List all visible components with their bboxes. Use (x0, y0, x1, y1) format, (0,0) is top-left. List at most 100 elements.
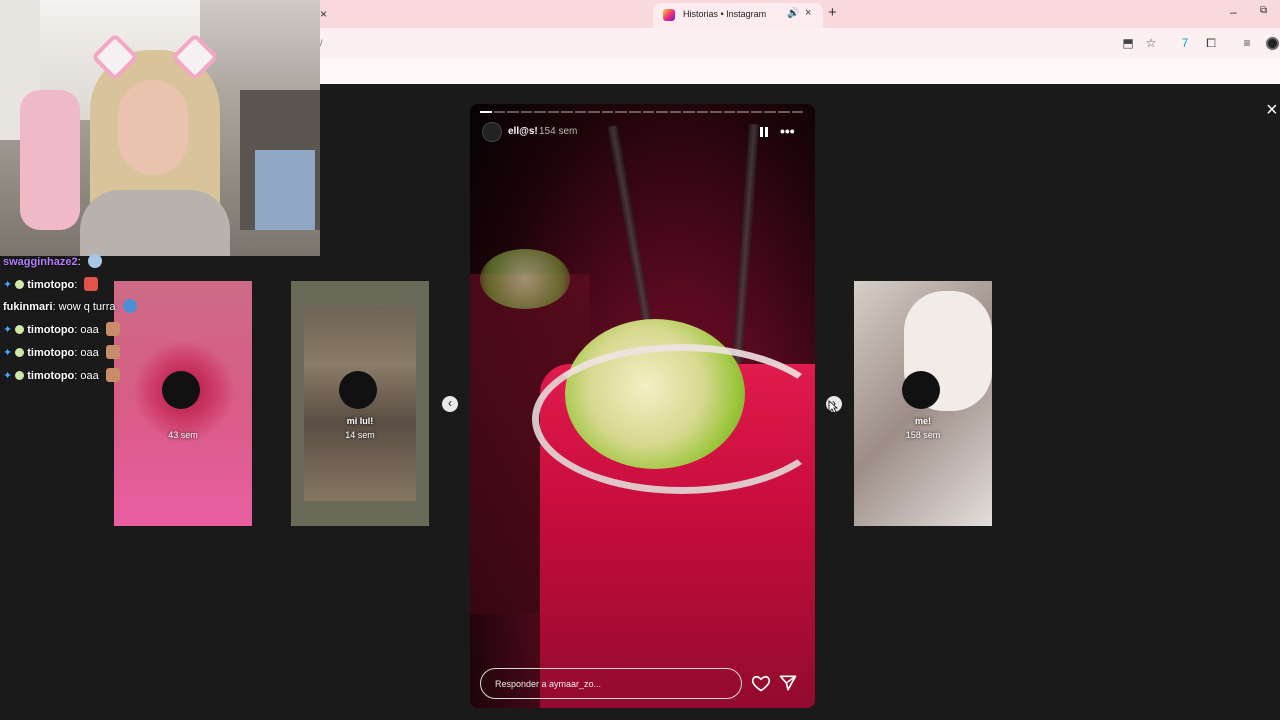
progress-segment (737, 111, 749, 113)
chat-text: wow q turra (58, 301, 116, 313)
badge-icon (15, 280, 25, 289)
progress-segment (629, 111, 641, 113)
minimize-button[interactable]: – (1230, 5, 1237, 19)
chat-colon: : (77, 256, 81, 268)
address-bar[interactable]: / ⬒ ☆ 7 ⧠ ≡ (320, 28, 1280, 58)
avatar (162, 371, 200, 409)
story-preview[interactable]: mi lul! 14 sem (291, 281, 429, 526)
story-viewer[interactable]: ell@s! 154 sem ••• Responder a aymaar_zo… (470, 104, 815, 708)
reply-input[interactable]: Responder a aymaar_zo... (480, 668, 742, 699)
chat-colon: : (74, 370, 78, 382)
extensions-icon[interactable]: ⧠ (1204, 36, 1218, 50)
avatar (339, 371, 377, 409)
gaming-chair (20, 90, 80, 230)
send-icon[interactable] (778, 673, 798, 693)
avatar (902, 371, 940, 409)
preview-time: 158 sem (905, 430, 941, 440)
pin-icon: ✦ (3, 370, 13, 382)
progress-segment (642, 111, 655, 113)
chat-colon: : (74, 324, 78, 336)
badge-icon (15, 348, 25, 357)
prev-tab-close-button[interactable]: × (320, 7, 327, 21)
new-tab-button[interactable]: + (828, 5, 837, 20)
badge-icon (15, 371, 25, 380)
story-preview[interactable]: me! 158 sem (854, 281, 992, 526)
chat-colon: : (52, 301, 56, 313)
chat-text: oaa (80, 347, 99, 359)
progress-segment (588, 111, 600, 113)
progress-segment (547, 111, 560, 113)
chat-username: swagginhaze2 (3, 256, 78, 268)
chat-message: ✦ timotopo: oaa (3, 368, 120, 382)
pause-icon[interactable] (760, 127, 768, 137)
restore-button[interactable]: ⧉ (1260, 5, 1267, 16)
more-icon[interactable]: ••• (780, 123, 795, 139)
streamer (80, 32, 230, 256)
progress-segment (561, 111, 573, 113)
chat-username: timotopo (27, 370, 75, 382)
progress-segment (601, 111, 614, 113)
chat-message: ✦ timotopo: oaa (3, 345, 120, 359)
chat-username: timotopo (27, 279, 75, 291)
close-viewer-button[interactable]: × (1266, 100, 1278, 120)
progress-segment (480, 111, 492, 113)
preview-time: 43 sem (168, 430, 198, 440)
mini-fridge (255, 150, 315, 230)
face (118, 80, 188, 175)
progress-segment (791, 111, 804, 113)
story-username[interactable]: ell@s! (508, 126, 538, 137)
install-icon[interactable]: ⬒ (1121, 36, 1135, 50)
progress-segment (656, 111, 668, 113)
webcam-overlay (0, 0, 320, 256)
url-fragment[interactable]: / (320, 38, 323, 48)
preview-name: mi lul! (346, 416, 374, 426)
chat-username: timotopo (27, 347, 75, 359)
mouse-cursor-icon (828, 400, 838, 414)
progress-segment (723, 111, 736, 113)
tab-title: Historias • Instagram (683, 9, 767, 19)
translate-icon[interactable]: 7 (1178, 36, 1192, 50)
prev-story-button[interactable]: ‹ (442, 396, 458, 412)
chat-colon: : (74, 347, 78, 359)
tab-close-button[interactable]: × (805, 7, 811, 19)
preview-name: me! (914, 416, 931, 426)
shirt (80, 190, 230, 256)
story-time: 154 sem (539, 126, 578, 137)
progress-segment (507, 111, 519, 113)
straw (730, 123, 760, 385)
chat-username: fukinmari (3, 301, 53, 313)
chat-username: timotopo (27, 324, 75, 336)
media-icon[interactable]: ≡ (1240, 36, 1254, 50)
reply-placeholder: Responder a aymaar_zo... (495, 679, 602, 689)
emote-icon (105, 345, 120, 359)
pin-icon: ✦ (3, 279, 13, 291)
bookmark-strip (320, 58, 1280, 84)
back-lime (480, 249, 570, 309)
avatar[interactable] (482, 122, 502, 142)
tab-bar: × Historias • Instagram 🔊 × + – ⧉ (320, 0, 1280, 28)
pin-icon: ✦ (3, 347, 13, 359)
progress-segment (534, 111, 546, 113)
emote-icon (84, 277, 99, 291)
preview-time: 14 sem (345, 430, 375, 440)
progress-segment (764, 111, 777, 113)
chat-message: fukinmari: wow q turra (3, 299, 137, 313)
progress-segment (710, 111, 722, 113)
screen: × Historias • Instagram 🔊 × + – ⧉ / ⬒ ☆ … (0, 0, 1280, 720)
emote-icon (105, 322, 120, 336)
chat-colon: : (74, 279, 78, 291)
progress-segment (520, 111, 533, 113)
chat-message: ✦ timotopo: oaa (3, 322, 120, 336)
progress-segment (683, 111, 695, 113)
badge-icon (15, 325, 25, 334)
salt-rim (532, 344, 815, 494)
progress-segment (615, 111, 628, 113)
profile-icon[interactable] (1266, 37, 1279, 50)
progress-segment (574, 111, 587, 113)
heart-icon[interactable] (751, 673, 771, 693)
star-icon[interactable]: ☆ (1144, 36, 1158, 50)
emote-icon (122, 299, 137, 313)
tab-instagram-stories[interactable]: Historias • Instagram 🔊 × (653, 3, 823, 28)
story-progress (480, 111, 804, 113)
speaker-icon[interactable]: 🔊 (787, 8, 799, 19)
